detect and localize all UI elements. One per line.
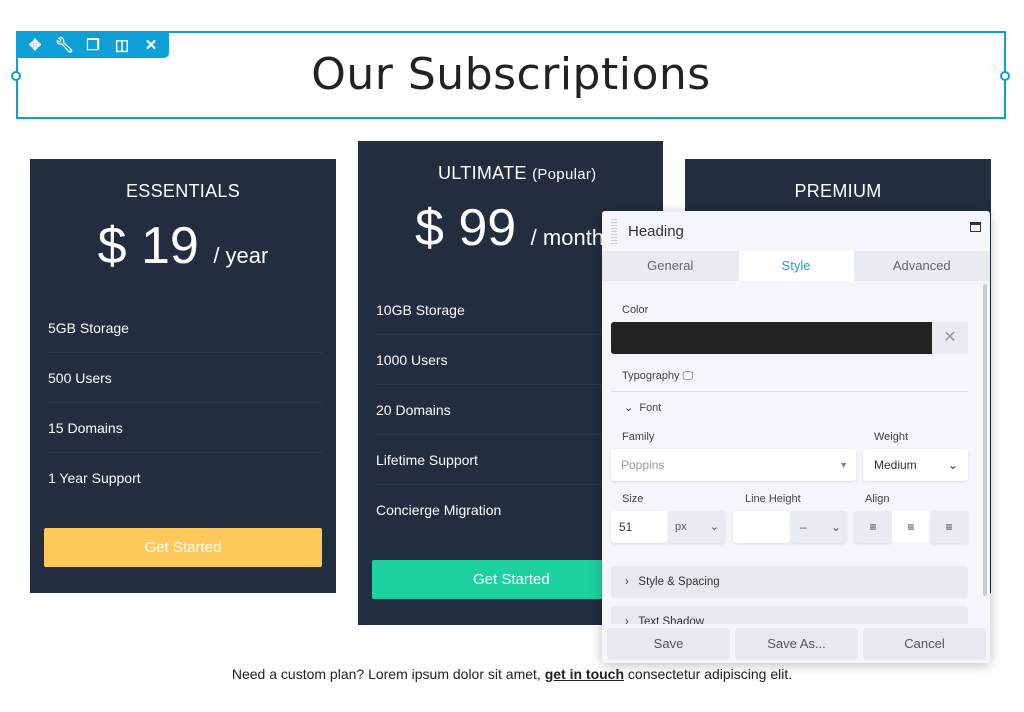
align-left-button[interactable]: ≡ [854,511,892,543]
typography-label: Typography 🖵︎ [622,370,694,382]
line-height-input[interactable] [733,511,790,543]
font-size-input[interactable]: 51 [611,511,668,543]
save-button[interactable]: Save [607,628,730,660]
font-family-select[interactable]: Poppins ▼ [611,449,856,481]
feature-list: 5GB Storage 500 Users 15 Domains 1 Year … [48,303,322,503]
resize-handle-left[interactable] [11,71,21,81]
size-unit-select[interactable]: px ⌄ [668,511,725,543]
family-label: Family [622,431,655,443]
size-label: Size [622,493,644,505]
panel-title: Heading [628,223,684,240]
color-label: Color [622,304,649,316]
columns-icon[interactable]: ◫ [113,36,131,54]
feature-item: 5GB Storage [48,303,322,353]
tab-general[interactable]: General [602,251,739,281]
desktop-icon: 🖵︎ [682,370,694,382]
get-started-button[interactable]: Get Started [44,528,322,567]
plan-title: PREMIUM [794,181,882,201]
style-spacing-section[interactable]: › Style & Spacing [611,566,968,598]
panel-tabs: General Style Advanced [602,251,990,281]
resize-handle-right[interactable] [1000,71,1010,81]
maximize-icon[interactable] [970,222,981,232]
tab-style[interactable]: Style [738,251,854,281]
font-weight-select[interactable]: Medium ⌄ [863,449,968,481]
plan-card-essentials: ESSENTIALS $ 19 / year 5GB Storage 500 U… [30,159,336,593]
footer-note: Need a custom plan? Lorem ipsum dolor si… [231,666,793,682]
line-height-label: Line Height [745,493,801,505]
plan-price: $ 19 / year [97,217,269,275]
chevron-down-icon: ⌄ [624,402,634,414]
tab-advanced[interactable]: Advanced [854,251,991,281]
align-label: Align [865,493,890,505]
scrollbar[interactable] [983,284,987,596]
module-toolbar: ✥ 🔧︎ ❐ ◫ ✕ [16,31,169,58]
feature-item: 500 Users [48,353,322,403]
cancel-button[interactable]: Cancel [863,628,986,660]
align-center-button[interactable]: ≡ [892,511,930,543]
line-height-unit-select[interactable]: – ⌄ [790,511,847,543]
get-in-touch-link[interactable]: get in touch [545,666,624,682]
wrench-icon[interactable]: 🔧︎ [55,36,74,54]
chevron-down-icon: ⌄ [947,458,958,472]
plan-title: ULTIMATE (Popular) [438,163,597,183]
divider [611,391,968,392]
duplicate-icon[interactable]: ❐ [84,36,102,54]
align-right-button[interactable]: ≡ [930,511,968,543]
feature-item: 1 Year Support [48,470,141,486]
clear-color-icon[interactable]: ✕ [932,322,968,354]
heading-settings-panel: Heading General Style Advanced Color ✕ T… [602,211,990,663]
feature-item: 15 Domains [48,403,322,453]
move-icon[interactable]: ✥ [26,36,44,54]
weight-label: Weight [874,431,909,443]
color-swatch[interactable] [611,322,932,354]
close-icon[interactable]: ✕ [142,36,160,54]
save-as-button[interactable]: Save As... [735,628,858,660]
plan-title: ESSENTIALS [125,181,241,201]
font-section-toggle[interactable]: ⌄ Font [624,401,661,414]
caret-down-icon: ▼ [839,460,848,470]
